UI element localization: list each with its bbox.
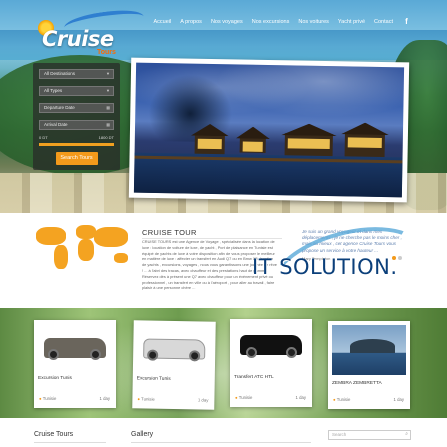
footer-search-placeholder: Search	[332, 432, 347, 437]
arrival-date-field[interactable]: Arrival Date ▦	[39, 120, 114, 130]
resort-night-image	[133, 62, 405, 198]
arrival-date-placeholder: Arrival Date	[44, 122, 68, 127]
excursion-location: ● Tunisie	[39, 396, 57, 401]
price-max: 1800 DT	[98, 135, 114, 140]
watermark-text: IT SOLUTION.	[252, 255, 398, 279]
location-pin-icon: ●	[333, 397, 336, 402]
logo-subtitle: Tours	[97, 49, 116, 56]
excursion-location: ● Tunisie	[235, 395, 253, 400]
departure-date-field[interactable]: Departure Date ▦	[39, 103, 114, 113]
footer-divider	[131, 442, 311, 443]
excursion-image	[136, 324, 212, 372]
footer-divider	[34, 442, 106, 443]
logo-text: Cruise	[42, 27, 114, 51]
excursion-title: Excursion Tunis	[136, 376, 171, 382]
location-pin-icon: ●	[39, 396, 42, 401]
excursion-title: ZEMBRA ZEMBRETTA	[332, 381, 382, 386]
main-nav: Accueil A propos Nos voyages Nos excursi…	[153, 17, 411, 26]
excursion-card[interactable]: Excursion Tunis ● Tunisie 1 day	[34, 320, 116, 408]
excursion-duration: 1 day	[197, 397, 209, 403]
destination-select[interactable]: All Destinations ▼	[39, 69, 114, 79]
chevron-down-icon: ▼	[106, 88, 110, 93]
price-min: 0 DT	[39, 135, 48, 140]
facebook-icon[interactable]: f	[402, 17, 411, 26]
price-range-labels: 0 DT 1800 DT	[39, 135, 114, 140]
price-slider-fill	[39, 143, 114, 146]
footer-gallery-heading: Gallery	[131, 431, 154, 438]
excursion-title: Excursion Tunis	[38, 376, 72, 381]
featured-photo	[128, 57, 410, 203]
about-title: CRUISE TOUR	[142, 228, 197, 237]
search-icon[interactable]: ⌕	[405, 431, 408, 437]
excursion-card[interactable]: Excursion Tunis ● Tunisie 1 day	[132, 320, 216, 410]
excursion-duration: 1 day	[393, 397, 404, 402]
nav-item-contact[interactable]: Contact	[374, 19, 393, 25]
excursion-duration: 1 day	[295, 395, 306, 400]
excursion-location: ● Tunisie	[333, 397, 351, 402]
nav-item-yacht[interactable]: Yacht privé	[338, 19, 365, 25]
footer: Cruise Tours Gallery Search ⌕	[0, 418, 447, 447]
type-select-value: All Types	[44, 88, 63, 93]
destination-select-value: All Destinations	[44, 71, 76, 76]
excursion-card[interactable]: ZEMBRA ZEMBRETTA ● Tunisie 1 day	[328, 321, 410, 409]
footer-search-input[interactable]: Search ⌕	[328, 430, 411, 440]
nav-item-accueil[interactable]: Accueil	[153, 19, 171, 25]
excursion-location: ● Tunisie	[137, 396, 155, 402]
price-slider[interactable]	[39, 143, 114, 146]
search-tours-button[interactable]: Search Tours	[55, 152, 98, 165]
nav-item-a-propos[interactable]: A propos	[180, 19, 202, 25]
world-map-icon	[34, 221, 134, 276]
nav-item-voitures[interactable]: Nos voitures	[298, 19, 329, 25]
excursion-image	[38, 324, 112, 370]
nav-item-voyages[interactable]: Nos voyages	[211, 19, 243, 25]
excursion-image	[234, 323, 308, 369]
type-select[interactable]: All Types ▼	[39, 86, 114, 96]
island-image	[332, 325, 406, 375]
departure-date-placeholder: Departure Date	[44, 105, 75, 110]
calendar-icon: ▦	[106, 122, 110, 127]
excursion-duration: 1 day	[99, 396, 110, 401]
excursions-section: Excursion Tunis ● Tunisie 1 day Excursio…	[0, 308, 447, 418]
chevron-down-icon: ▼	[106, 71, 110, 76]
search-panel: All Destinations ▼ All Types ▼ Departure…	[33, 63, 120, 170]
site-logo[interactable]: Cruise Tours	[34, 6, 146, 56]
location-pin-icon: ●	[235, 395, 238, 400]
footer-cruise-tours-heading: Cruise Tours	[34, 431, 74, 438]
calendar-icon: ▦	[106, 105, 110, 110]
nav-item-excursions[interactable]: Nos excursions	[252, 19, 290, 25]
excursion-title: Transfert ATC HTL	[234, 375, 274, 380]
location-pin-icon: ●	[137, 396, 141, 402]
excursion-card[interactable]: Transfert ATC HTL ● Tunisie 1 day	[230, 319, 312, 407]
excursion-image	[332, 325, 406, 375]
about-section: CRUISE TOUR CRUISE TOURS est une Agence …	[0, 211, 447, 331]
hero-banner: Cruise Tours Accueil A propos Nos voyage…	[0, 0, 447, 213]
